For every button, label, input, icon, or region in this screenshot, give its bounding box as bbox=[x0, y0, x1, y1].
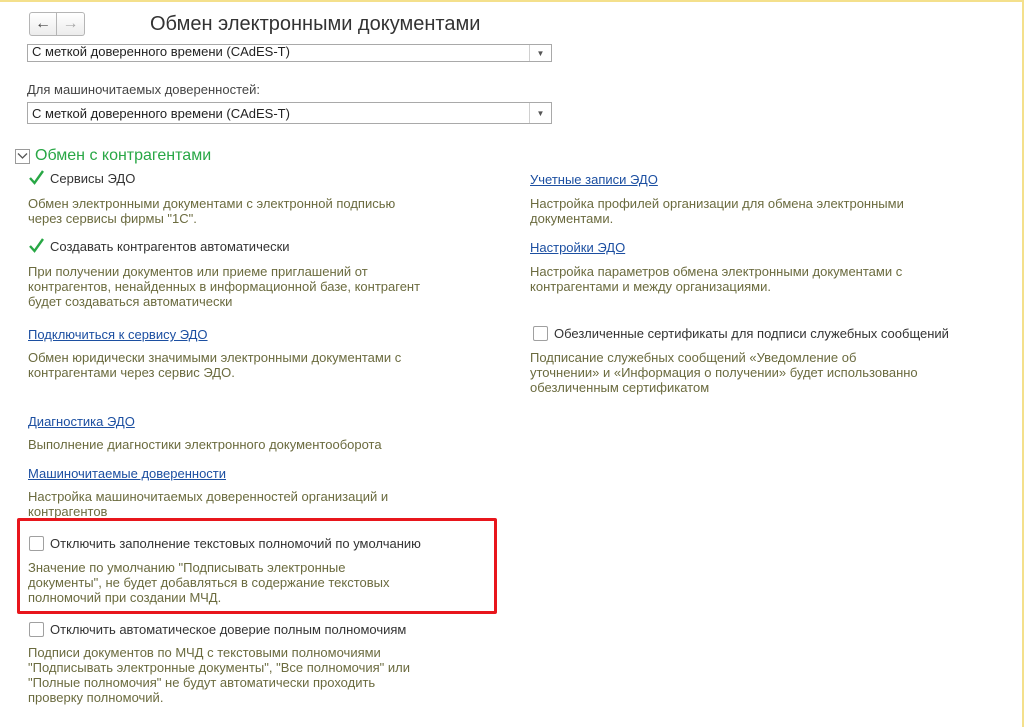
description-line: обезличенным сертификатом bbox=[530, 380, 710, 395]
connect-edo-service-link[interactable]: Подключиться к сервису ЭДО bbox=[28, 327, 208, 342]
arrow-left-icon: ← bbox=[35, 15, 51, 32]
edo-services-checkbox-row[interactable]: Сервисы ЭДО bbox=[29, 170, 136, 186]
edo-accounts-link[interactable]: Учетные записи ЭДО bbox=[530, 172, 658, 187]
description-line: "Полные полномочия" не будут автоматичес… bbox=[28, 675, 376, 690]
mchd-description: Настройка машиночитаемых доверенностей о… bbox=[28, 489, 388, 519]
mchd-signature-label: Для машиночитаемых доверенностей: bbox=[27, 82, 260, 97]
group-title: Обмен с контрагентами bbox=[35, 147, 212, 164]
disable-auto-trust-label: Отключить автоматическое доверие полным … bbox=[50, 622, 407, 637]
disable-text-powers-checkbox-row[interactable]: Отключить заполнение текстовых полномочи… bbox=[29, 536, 421, 551]
description-line: полномочий при создании МЧД. bbox=[28, 590, 222, 605]
description-line: Подписание служебных сообщений «Уведомле… bbox=[530, 350, 857, 365]
check-icon bbox=[29, 238, 44, 253]
forward-button[interactable]: → bbox=[57, 12, 85, 36]
description-line: "Подписывать электронные документы", "Вс… bbox=[28, 660, 411, 675]
page-title: Обмен электронными документами bbox=[150, 13, 481, 35]
edo-accounts-description: Настройка профилей организации для обмен… bbox=[530, 196, 904, 226]
disable-text-powers-description: Значение по умолчанию "Подписывать элект… bbox=[28, 560, 390, 605]
window-top-border bbox=[0, 0, 1024, 2]
edo-diagnostics-link[interactable]: Диагностика ЭДО bbox=[28, 414, 135, 429]
description-line: документы", не будет добавляться в содер… bbox=[28, 575, 390, 590]
description-line: контрагентами через сервис ЭДО. bbox=[28, 365, 235, 380]
checkbox-unchecked[interactable] bbox=[29, 536, 44, 551]
chevron-down-icon[interactable] bbox=[15, 148, 30, 164]
checkbox-unchecked[interactable] bbox=[29, 622, 44, 637]
edo-services-description: Обмен электронными документами с электро… bbox=[28, 196, 395, 226]
edo-settings-description: Настройка параметров обмена электронными… bbox=[530, 264, 902, 294]
description-line: При получении документов или приеме приг… bbox=[28, 264, 368, 279]
mchd-signature-format-select[interactable]: С меткой доверенного времени (CAdES-T) ▼ bbox=[27, 102, 552, 124]
description-line: уточнении» и «Информация о получении» бу… bbox=[530, 365, 918, 380]
description-line: контрагентов bbox=[28, 504, 108, 519]
dropdown-arrow-icon[interactable]: ▼ bbox=[529, 103, 551, 123]
impersonal-certs-label: Обезличенные сертификаты для подписи слу… bbox=[554, 326, 949, 341]
description-line: Выполнение диагностики электронного доку… bbox=[28, 437, 382, 452]
description-line: Значение по умолчанию "Подписывать элект… bbox=[28, 560, 346, 575]
description-line: проверку полномочий. bbox=[28, 690, 164, 705]
description-line: Настройка параметров обмена электронными… bbox=[530, 264, 903, 279]
group-header-counterparties[interactable]: Обмен с контрагентами bbox=[15, 147, 211, 165]
impersonal-certs-checkbox-row[interactable]: Обезличенные сертификаты для подписи слу… bbox=[533, 326, 949, 341]
signature-format-value: С меткой доверенного времени (CAdES-T) bbox=[32, 44, 290, 59]
description-line: Обмен электронными документами с электро… bbox=[28, 196, 396, 211]
description-line: документами. bbox=[530, 211, 614, 226]
auto-contractors-checkbox-row[interactable]: Создавать контрагентов автоматически bbox=[29, 238, 290, 254]
auto-contractors-description: При получении документов или приеме приг… bbox=[28, 264, 420, 309]
edo-services-label: Сервисы ЭДО bbox=[50, 171, 136, 186]
description-line: Настройка машиночитаемых доверенностей о… bbox=[28, 489, 389, 504]
description-line: Настройка профилей организации для обмен… bbox=[530, 196, 904, 211]
description-line: контрагентами и между организациями. bbox=[530, 279, 771, 294]
edo-diagnostics-description: Выполнение диагностики электронного доку… bbox=[28, 437, 382, 452]
impersonal-certs-description: Подписание служебных сообщений «Уведомле… bbox=[530, 350, 918, 395]
connect-edo-service-description: Обмен юридически значимыми электронными … bbox=[28, 350, 401, 380]
checkbox-unchecked[interactable] bbox=[533, 326, 548, 341]
check-icon bbox=[29, 170, 44, 185]
checkbox-checked[interactable] bbox=[29, 238, 44, 254]
description-line: через сервисы фирмы "1С". bbox=[28, 211, 197, 226]
description-line: Обмен юридически значимыми электронными … bbox=[28, 350, 402, 365]
mchd-link[interactable]: Машиночитаемые доверенности bbox=[28, 466, 226, 481]
arrow-right-icon: → bbox=[62, 15, 79, 32]
description-line: будет создаваться автоматически bbox=[28, 294, 233, 309]
description-line: Подписи документов по МЧД с текстовыми п… bbox=[28, 645, 381, 660]
description-line: контрагентов, ненайденных в информационн… bbox=[28, 279, 421, 294]
disable-text-powers-label: Отключить заполнение текстовых полномочи… bbox=[50, 536, 421, 551]
signature-format-select[interactable]: С меткой доверенного времени (CAdES-T) ▼ bbox=[27, 44, 552, 62]
mchd-signature-format-value: С меткой доверенного времени (CAdES-T) bbox=[32, 106, 290, 121]
auto-contractors-label: Создавать контрагентов автоматически bbox=[50, 239, 290, 254]
disable-auto-trust-checkbox-row[interactable]: Отключить автоматическое доверие полным … bbox=[29, 622, 406, 637]
navigation-buttons: ← → bbox=[29, 12, 85, 36]
dropdown-arrow-icon[interactable]: ▼ bbox=[529, 45, 551, 61]
back-button[interactable]: ← bbox=[29, 12, 57, 36]
checkbox-checked[interactable] bbox=[29, 170, 44, 186]
edo-settings-link[interactable]: Настройки ЭДО bbox=[530, 240, 625, 255]
disable-auto-trust-description: Подписи документов по МЧД с текстовыми п… bbox=[28, 645, 410, 705]
